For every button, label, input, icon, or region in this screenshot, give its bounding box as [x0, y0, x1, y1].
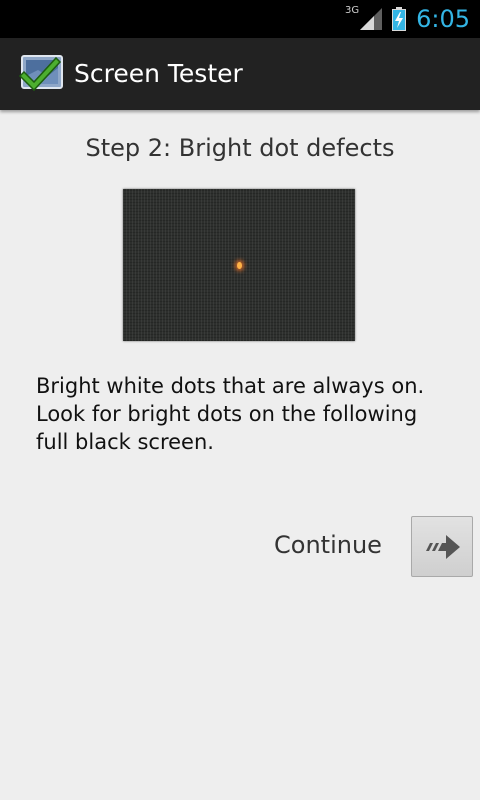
description-text: Bright white dots that are always on. Lo… — [36, 372, 456, 456]
description-line: full black screen. — [36, 430, 214, 454]
network-type-label: 3G — [344, 4, 360, 16]
signal-bars-icon — [360, 8, 383, 30]
app-title: Screen Tester — [74, 59, 243, 88]
status-clock: 6:05 — [416, 5, 470, 33]
step-title: Step 2: Bright dot defects — [85, 134, 395, 162]
action-bar: Screen Tester — [0, 38, 480, 110]
bright-dot-sample-image — [123, 189, 355, 341]
status-icons: 3G 6:05 — [345, 0, 470, 38]
status-bar: 3G 6:05 — [0, 0, 480, 38]
arrow-right-icon — [426, 534, 460, 559]
bright-dot-marker — [237, 262, 242, 269]
continue-button[interactable] — [411, 516, 473, 577]
description-line: Bright white dots that are always on. — [36, 374, 425, 398]
check-screen-icon[interactable] — [18, 52, 66, 94]
battery-charging-icon — [392, 7, 407, 31]
continue-label[interactable]: Continue — [274, 531, 382, 559]
description-line: Look for bright dots on the following — [36, 402, 418, 426]
